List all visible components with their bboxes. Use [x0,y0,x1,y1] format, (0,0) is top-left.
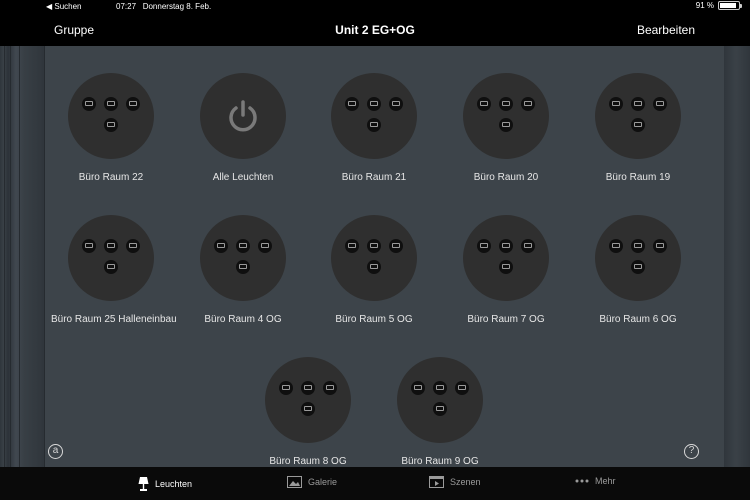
tab-label: Galerie [308,477,338,487]
more-icon [575,479,589,483]
room-label: Büro Raum 4 OG [204,314,282,325]
status-datetime: 07:27 Donnerstag 8. Feb. [116,2,211,11]
status-battery: 91 % [695,1,742,10]
back-to-search-link[interactable]: ◀ Suchen [46,2,82,11]
lights-icon[interactable] [595,73,681,159]
tab-bar: Leuchten Galerie Szenen Mehr [0,467,750,500]
room-label: Büro Raum 25 Halleneinbau [51,314,177,325]
lights-icon[interactable] [265,357,351,443]
room-label: Büro Raum 7 OG [467,314,545,325]
lights-icon[interactable] [200,215,286,301]
all-lights-tile[interactable]: Alle Leuchten [183,73,303,183]
room-label: Büro Raum 6 OG [599,314,677,325]
room-label: Büro Raum 22 [78,172,144,183]
lights-icon[interactable] [331,73,417,159]
room-grid: Büro Raum 22 Alle Leuchten Büro Raum 21 … [0,46,750,467]
lamp-icon [138,477,149,491]
lights-icon[interactable] [68,215,154,301]
status-date: Donnerstag 8. Feb. [142,2,212,11]
status-time: 07:27 [116,2,137,11]
room-tile-6-og[interactable]: Büro Raum 6 OG [578,215,698,325]
room-label: Büro Raum 19 [605,172,671,183]
room-label: Alle Leuchten [212,172,274,183]
power-icon[interactable] [200,73,286,159]
room-label: Büro Raum 21 [341,172,407,183]
lights-icon[interactable] [397,357,483,443]
battery-icon [718,1,742,10]
lights-icon[interactable] [595,215,681,301]
tab-more[interactable]: Mehr [575,476,616,486]
room-tile-19[interactable]: Büro Raum 19 [578,73,698,183]
tab-label: Szenen [450,477,481,487]
lights-icon[interactable] [331,215,417,301]
account-icon[interactable]: a [48,444,63,459]
tab-label: Mehr [595,476,616,486]
room-label: Büro Raum 8 OG [269,456,347,467]
room-tile-22[interactable]: Büro Raum 22 [51,73,171,183]
room-tile-8-og[interactable]: Büro Raum 8 OG [248,357,368,467]
room-label: Büro Raum 9 OG [401,456,479,467]
room-tile-25[interactable]: Büro Raum 25 Halleneinbau [51,215,177,325]
right-edge-decoration [724,46,750,467]
tab-gallery[interactable]: Galerie [287,476,337,488]
room-tile-5-og[interactable]: Büro Raum 5 OG [314,215,434,325]
battery-percent: 91 % [695,1,714,10]
edit-button[interactable]: Bearbeiten [637,23,695,37]
lights-icon[interactable] [463,215,549,301]
room-label: Büro Raum 5 OG [335,314,413,325]
tab-lights[interactable]: Leuchten [138,476,192,492]
room-tile-20[interactable]: Büro Raum 20 [446,73,566,183]
gallery-icon [287,476,302,488]
navigation-bar: Gruppe Unit 2 EG+OG Bearbeiten [0,14,750,46]
help-icon[interactable]: ? [684,444,699,459]
room-label: Büro Raum 20 [473,172,539,183]
room-tile-7-og[interactable]: Büro Raum 7 OG [446,215,566,325]
status-bar: ◀ Suchen 07:27 Donnerstag 8. Feb. 91 % [0,0,750,14]
lights-icon[interactable] [68,73,154,159]
room-tile-9-og[interactable]: Büro Raum 9 OG [380,357,500,467]
tab-scenes[interactable]: Szenen [429,476,481,488]
scenes-icon [429,476,444,488]
tab-label: Leuchten [155,479,193,489]
left-edge-decoration [0,46,45,467]
room-tile-21[interactable]: Büro Raum 21 [314,73,434,183]
lights-icon[interactable] [463,73,549,159]
room-tile-4-og[interactable]: Büro Raum 4 OG [183,215,303,325]
